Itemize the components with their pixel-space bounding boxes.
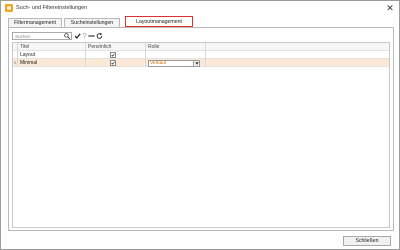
- app-icon: [5, 4, 13, 12]
- checkmark-icon: [111, 61, 115, 65]
- cell-personal: [86, 59, 146, 67]
- cell-role: [146, 51, 206, 59]
- cell-personal: [86, 51, 146, 59]
- close-icon[interactable]: ✕: [385, 3, 395, 13]
- column-header-rolle[interactable]: Rolle: [146, 43, 206, 51]
- role-dropdown-button[interactable]: [193, 60, 199, 66]
- personal-checkbox[interactable]: [110, 52, 116, 58]
- column-header-persoenlich[interactable]: Persönlich: [86, 43, 146, 51]
- dialog-window: Such- und Filtereinstellungen ✕ Filterma…: [0, 0, 400, 250]
- close-button[interactable]: Schließen: [343, 236, 391, 246]
- role-select[interactable]: Verkauf: [148, 59, 200, 67]
- tab-panel: Titel Persönlich Rolle Layout I: [8, 27, 394, 231]
- title-bar: Such- und Filtereinstellungen ✕: [1, 1, 399, 15]
- apply-check-icon[interactable]: [74, 32, 81, 40]
- remove-icon[interactable]: [88, 32, 95, 40]
- grid-header-row: Titel Persönlich Rolle: [13, 43, 389, 51]
- tab-sucheinstellungen[interactable]: Sucheinstellungen: [64, 18, 120, 27]
- cell-title[interactable]: Minimal: [18, 59, 86, 67]
- window-title: Such- und Filtereinstellungen: [16, 5, 88, 11]
- personal-checkbox[interactable]: [110, 60, 116, 66]
- tab-layoutmanagement[interactable]: Layoutmanagement: [125, 16, 193, 27]
- tab-filtermanagement[interactable]: Filtermanagement: [8, 18, 62, 27]
- grid-toolbar: [12, 32, 103, 40]
- column-header-titel[interactable]: Titel: [18, 43, 86, 51]
- refresh-icon[interactable]: [96, 32, 103, 40]
- cell-role: Verkauf: [146, 59, 206, 67]
- role-select-value: Verkauf: [150, 60, 167, 66]
- search-box: [12, 32, 72, 40]
- help-icon[interactable]: [81, 32, 88, 40]
- group-row[interactable]: Layout: [13, 51, 389, 59]
- search-icon[interactable]: [64, 33, 70, 39]
- search-input[interactable]: [13, 33, 65, 39]
- table-row[interactable]: I Minimal Verkauf: [13, 59, 389, 67]
- chevron-down-icon: [195, 61, 199, 65]
- cell-title: Layout: [18, 51, 86, 59]
- layout-grid: Titel Persönlich Rolle Layout I Minimal …: [12, 42, 390, 228]
- checkmark-icon: [111, 53, 115, 57]
